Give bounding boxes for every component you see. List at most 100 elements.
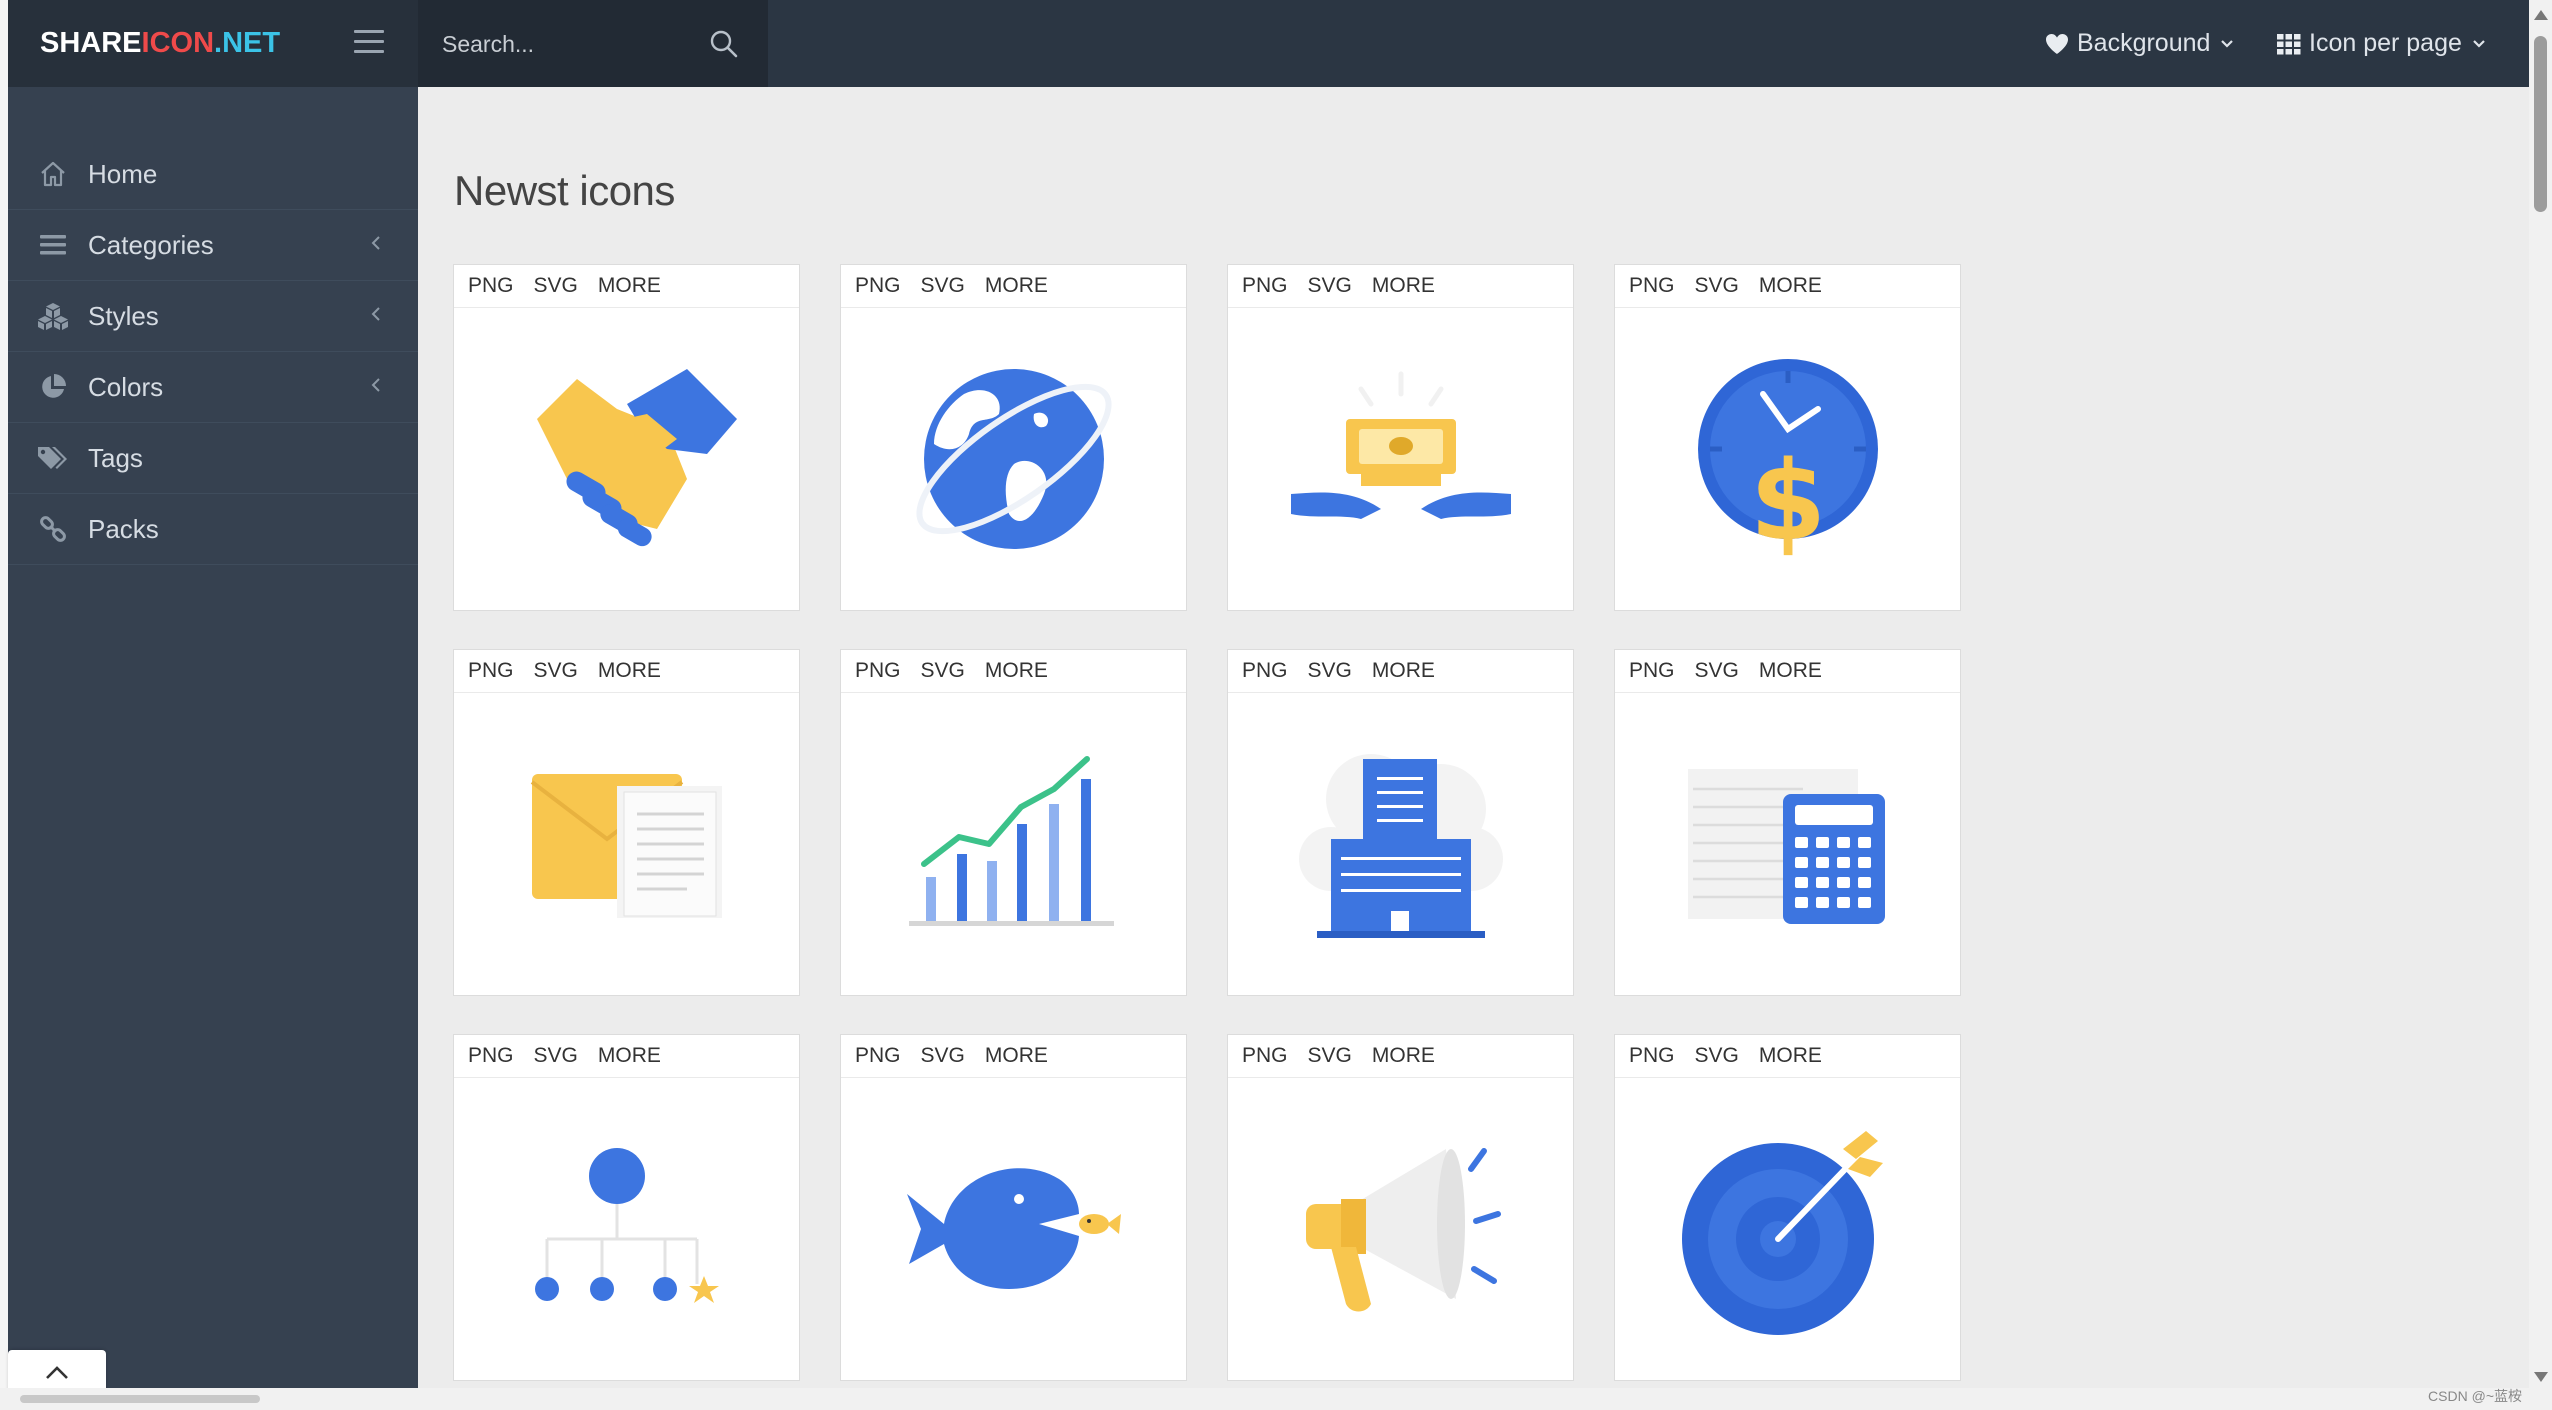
png-link[interactable]: PNG bbox=[855, 274, 901, 298]
logo-text-net: .NET bbox=[214, 27, 281, 59]
png-link[interactable]: PNG bbox=[468, 274, 514, 298]
handshake-icon[interactable] bbox=[454, 308, 799, 610]
globe-icon[interactable] bbox=[841, 308, 1186, 610]
png-link[interactable]: PNG bbox=[1242, 274, 1288, 298]
pie-chart-icon bbox=[36, 370, 70, 404]
svg-link[interactable]: SVG bbox=[1695, 1044, 1739, 1068]
card-actions: PNG SVG MORE bbox=[1228, 1035, 1573, 1078]
money-hands-icon[interactable] bbox=[1228, 308, 1573, 610]
png-link[interactable]: PNG bbox=[1629, 1044, 1675, 1068]
icon-card[interactable]: PNG SVG MORE bbox=[1227, 264, 1574, 611]
calculator-document-icon[interactable] bbox=[1615, 693, 1960, 995]
svg-link[interactable]: SVG bbox=[1308, 1044, 1352, 1068]
sidebar-item-packs[interactable]: Packs bbox=[8, 494, 418, 565]
brand-area: SHAREICON.NET bbox=[8, 0, 418, 87]
site-logo[interactable]: SHAREICON.NET bbox=[40, 27, 280, 60]
scroll-down-arrow-icon[interactable] bbox=[2534, 1372, 2548, 1382]
sidebar-item-home[interactable]: Home bbox=[8, 139, 418, 210]
svg-link[interactable]: SVG bbox=[534, 1044, 578, 1068]
icon-card[interactable]: PNG SVG MORE bbox=[453, 264, 800, 611]
scrollbar-thumb[interactable] bbox=[2534, 36, 2547, 212]
more-link[interactable]: MORE bbox=[1372, 659, 1435, 683]
more-link[interactable]: MORE bbox=[985, 274, 1048, 298]
png-link[interactable]: PNG bbox=[855, 1044, 901, 1068]
more-link[interactable]: MORE bbox=[985, 1044, 1048, 1068]
sidebar-item-colors[interactable]: Colors bbox=[8, 352, 418, 423]
svg-link[interactable]: SVG bbox=[1695, 659, 1739, 683]
home-icon bbox=[36, 157, 70, 191]
office-building-icon[interactable] bbox=[1228, 693, 1573, 995]
icon-card[interactable]: PNG SVG MORE bbox=[840, 1034, 1187, 1381]
card-actions: PNG SVG MORE bbox=[1615, 1035, 1960, 1078]
icon-card[interactable]: PNG SVG MORE bbox=[1227, 1034, 1574, 1381]
png-link[interactable]: PNG bbox=[1629, 274, 1675, 298]
horizontal-scrollbar-thumb[interactable] bbox=[20, 1395, 260, 1403]
icon-per-page-label: Icon per page bbox=[2309, 29, 2462, 57]
horizontal-scrollbar[interactable] bbox=[0, 1388, 2529, 1410]
search-input[interactable] bbox=[440, 25, 714, 63]
sidebar-item-tags[interactable]: Tags bbox=[8, 423, 418, 494]
more-link[interactable]: MORE bbox=[598, 659, 661, 683]
sidebar-item-label: Styles bbox=[88, 300, 159, 331]
png-link[interactable]: PNG bbox=[855, 659, 901, 683]
icon-card[interactable]: PNG SVG MORE bbox=[453, 1034, 800, 1381]
svg-link[interactable]: SVG bbox=[534, 274, 578, 298]
icon-card[interactable]: PNG SVG MORE $ bbox=[1614, 264, 1961, 611]
org-hierarchy-icon[interactable] bbox=[454, 1078, 799, 1380]
background-dropdown[interactable]: Background bbox=[2045, 0, 2242, 87]
chevron-left-icon bbox=[371, 236, 380, 250]
sidebar-item-label: Tags bbox=[88, 442, 143, 473]
sidebar-item-styles[interactable]: Styles bbox=[8, 281, 418, 352]
svg-link[interactable]: SVG bbox=[1308, 274, 1352, 298]
more-link[interactable]: MORE bbox=[598, 1044, 661, 1068]
icon-card[interactable]: PNG SVG MORE bbox=[840, 649, 1187, 996]
sidebar-item-label: Packs bbox=[88, 513, 159, 544]
svg-link[interactable]: SVG bbox=[921, 274, 965, 298]
svg-link[interactable]: SVG bbox=[921, 659, 965, 683]
more-link[interactable]: MORE bbox=[1372, 1044, 1435, 1068]
cubes-icon bbox=[36, 299, 70, 333]
svg-link[interactable]: SVG bbox=[1695, 274, 1739, 298]
icon-card[interactable]: PNG SVG MORE bbox=[453, 649, 800, 996]
card-actions: PNG SVG MORE bbox=[1615, 650, 1960, 693]
icon-card[interactable]: PNG SVG MORE bbox=[1614, 1034, 1961, 1381]
more-link[interactable]: MORE bbox=[985, 659, 1048, 683]
sidebar-item-label: Colors bbox=[88, 371, 164, 402]
png-link[interactable]: PNG bbox=[1242, 1044, 1288, 1068]
card-actions: PNG SVG MORE bbox=[454, 1035, 799, 1078]
icon-card[interactable]: PNG SVG MORE bbox=[1227, 649, 1574, 996]
list-icon bbox=[36, 228, 70, 262]
more-link[interactable]: MORE bbox=[1759, 274, 1822, 298]
png-link[interactable]: PNG bbox=[468, 659, 514, 683]
menu-toggle-icon[interactable] bbox=[354, 30, 384, 54]
search-icon[interactable] bbox=[708, 28, 740, 60]
clock-dollar-icon[interactable]: $ bbox=[1615, 308, 1960, 610]
growth-chart-icon[interactable] bbox=[841, 693, 1186, 995]
sidebar-item-label: Home bbox=[88, 158, 158, 189]
more-link[interactable]: MORE bbox=[1759, 1044, 1822, 1068]
link-icon bbox=[36, 512, 70, 546]
icon-card[interactable]: PNG SVG MORE bbox=[840, 264, 1187, 611]
more-link[interactable]: MORE bbox=[1372, 274, 1435, 298]
sidebar-item-label: Categories bbox=[88, 229, 214, 260]
target-arrow-icon[interactable] bbox=[1615, 1078, 1960, 1380]
scroll-up-arrow-icon[interactable] bbox=[2534, 10, 2548, 20]
icon-per-page-dropdown[interactable]: Icon per page bbox=[2277, 0, 2494, 87]
more-link[interactable]: MORE bbox=[598, 274, 661, 298]
sidebar-item-categories[interactable]: Categories bbox=[8, 210, 418, 281]
card-actions: PNG SVG MORE bbox=[1228, 265, 1573, 308]
png-link[interactable]: PNG bbox=[1629, 659, 1675, 683]
more-link[interactable]: MORE bbox=[1759, 659, 1822, 683]
svg-link[interactable]: SVG bbox=[534, 659, 578, 683]
watermark: CSDN @~蓝桉 bbox=[2428, 1388, 2522, 1404]
icon-card[interactable]: PNG SVG MORE bbox=[1614, 649, 1961, 996]
megaphone-icon[interactable] bbox=[1228, 1078, 1573, 1380]
vertical-scrollbar[interactable] bbox=[2529, 0, 2552, 1410]
png-link[interactable]: PNG bbox=[468, 1044, 514, 1068]
svg-link[interactable]: SVG bbox=[1308, 659, 1352, 683]
big-fish-icon[interactable] bbox=[841, 1078, 1186, 1380]
png-link[interactable]: PNG bbox=[1242, 659, 1288, 683]
chevron-down-icon bbox=[2221, 39, 2234, 48]
folder-document-icon[interactable] bbox=[454, 693, 799, 995]
svg-link[interactable]: SVG bbox=[921, 1044, 965, 1068]
